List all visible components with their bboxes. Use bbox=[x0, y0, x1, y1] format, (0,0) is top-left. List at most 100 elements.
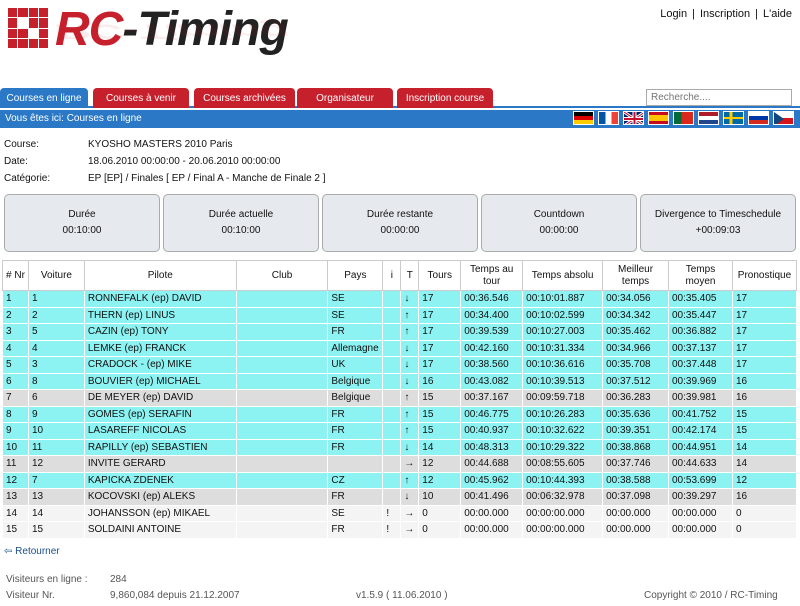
sweden-flag[interactable] bbox=[723, 111, 744, 125]
table-cell: 00:00.000 bbox=[668, 504, 733, 522]
search-input[interactable] bbox=[646, 89, 792, 106]
table-cell: 17 bbox=[418, 290, 462, 308]
table-cell: 6 bbox=[2, 372, 29, 390]
table-cell: 17 bbox=[418, 323, 462, 341]
table-cell bbox=[382, 306, 402, 324]
table-cell: 00:35.462 bbox=[602, 323, 669, 341]
table-row[interactable]: 2 2 THERN (ep) LINUS SE ↑ 17 00:34.400 00:10:02… bbox=[2, 306, 798, 324]
race-date: 18.06.2010 00:00:00 - 20.06.2010 00:00:0… bbox=[88, 156, 281, 167]
czech-flag[interactable] bbox=[773, 111, 794, 125]
table-row[interactable]: 7 6 DE MEYER (ep) DAVID Belgique ↑ 15 00:37.16… bbox=[2, 389, 798, 407]
visitor-label: Visiteur Nr. bbox=[6, 590, 55, 601]
table-cell: 00:37.098 bbox=[602, 488, 669, 506]
logo-mark[interactable] bbox=[8, 8, 48, 48]
table-cell: Allemagne bbox=[327, 339, 384, 357]
spain-flag[interactable] bbox=[648, 111, 669, 125]
table-cell: 00:44.688 bbox=[460, 455, 524, 473]
table-cell: 00:37.448 bbox=[668, 356, 733, 374]
language-flags bbox=[573, 111, 794, 125]
table-row[interactable]: 10 11 RAPILLY (ep) SEBASTIEN FR ↓ 14 00:48.313… bbox=[2, 438, 798, 456]
course-name: KYOSHO MASTERS 2010 Paris bbox=[88, 139, 233, 150]
table-cell: 7 bbox=[27, 471, 85, 489]
table-cell: GOMES (ep) SERAFIN bbox=[83, 405, 237, 423]
column-header: Club bbox=[235, 260, 329, 291]
table-cell bbox=[235, 422, 329, 440]
table-row[interactable]: 8 9 GOMES (ep) SERAFIN FR ↑ 15 00:46.775 00:10:… bbox=[2, 405, 798, 423]
table-cell: DE MEYER (ep) DAVID bbox=[83, 389, 237, 407]
table-cell: FR bbox=[327, 323, 384, 341]
table-row[interactable]: 15 15 SOLDAINI ANTOINE FR! → 0 00:00.000 00:00:… bbox=[2, 521, 798, 539]
table-row[interactable]: 14 14 JOHANSSON (ep) MIKAEL SE! → 0 00:00.000 0… bbox=[2, 504, 798, 522]
table-row[interactable]: 11 12 INVITE GERARD → 12 00:44.688 00:08:55.60… bbox=[2, 455, 798, 473]
table-cell bbox=[235, 339, 329, 357]
table-cell: 00:34.966 bbox=[602, 339, 669, 357]
table-cell bbox=[235, 356, 329, 374]
tab-courses-archivees[interactable]: Courses archivées bbox=[194, 88, 295, 108]
portugal-flag[interactable] bbox=[673, 111, 694, 125]
table-cell: 00:45.962 bbox=[460, 471, 524, 489]
table-row[interactable]: 4 4 LEMKE (ep) FRANCK Allemagne ↓ 17 00:42.160… bbox=[2, 339, 798, 357]
netherlands-flag[interactable] bbox=[698, 111, 719, 125]
table-row[interactable]: 6 8 BOUVIER (ep) MICHAEL Belgique ↓ 16 00:43.0… bbox=[2, 372, 798, 390]
header: RC-Timing RC-Timing Login | Inscription | L'… bbox=[0, 0, 800, 88]
table-cell: 7 bbox=[2, 389, 29, 407]
table-cell: 0 bbox=[418, 504, 462, 522]
table-cell: 00:44.951 bbox=[668, 438, 733, 456]
russia-flag[interactable] bbox=[748, 111, 769, 125]
table-cell: 0 bbox=[731, 521, 798, 539]
version: v1.5.9 ( 11.06.2010 ) bbox=[356, 590, 448, 601]
tab-courses-a-venir[interactable]: Courses à venir bbox=[93, 88, 189, 108]
login-link[interactable]: Login bbox=[660, 8, 687, 20]
table-cell bbox=[382, 290, 402, 308]
category-label: Catégorie: bbox=[4, 173, 51, 184]
table-cell: 00:10:31.334 bbox=[522, 339, 604, 357]
table-cell: 00:00.000 bbox=[460, 504, 524, 522]
table-cell: FR bbox=[327, 521, 384, 539]
table-cell: 14 bbox=[27, 504, 85, 522]
table-cell bbox=[235, 372, 329, 390]
back-arrow-icon: ⇦ bbox=[4, 546, 16, 557]
table-cell: 17 bbox=[731, 339, 798, 357]
trend-arrow-icon: ↑ bbox=[400, 389, 420, 407]
table-cell: 12 bbox=[418, 455, 462, 473]
table-cell: 10 bbox=[27, 422, 85, 440]
uk-flag[interactable] bbox=[623, 111, 644, 125]
tab-organisateur[interactable]: Organisateur bbox=[297, 88, 393, 108]
timer-panel: Durée 00:10:00 Durée actuelle 00:10:00 Dur… bbox=[4, 194, 796, 252]
table-cell: 00:43.082 bbox=[460, 372, 524, 390]
table-cell bbox=[382, 488, 402, 506]
logo-reflection: RC-Timing bbox=[55, 19, 288, 44]
table-cell: 00:00.000 bbox=[602, 521, 669, 539]
table-row[interactable]: 3 5 CAZIN (ep) TONY FR ↑ 17 00:39.539 00:10:27.… bbox=[2, 323, 798, 341]
table-cell: 15 bbox=[731, 405, 798, 423]
table-cell: 17 bbox=[731, 306, 798, 324]
help-link[interactable]: L'aide bbox=[763, 8, 792, 20]
table-cell: 00:46.775 bbox=[460, 405, 524, 423]
trend-arrow-icon: ↓ bbox=[400, 356, 420, 374]
table-cell: 00:34.342 bbox=[602, 306, 669, 324]
germany-flag[interactable] bbox=[573, 111, 594, 125]
table-cell: 0 bbox=[731, 504, 798, 522]
table-cell bbox=[382, 339, 402, 357]
france-flag[interactable] bbox=[598, 111, 619, 125]
tab-courses-en-ligne[interactable]: Courses en ligne bbox=[0, 88, 88, 108]
tab-inscription-course[interactable]: Inscription course bbox=[397, 88, 493, 108]
table-cell: 00:10:27.003 bbox=[522, 323, 604, 341]
trend-arrow-icon: ↑ bbox=[400, 306, 420, 324]
table-cell: 00:00.000 bbox=[602, 504, 669, 522]
table-cell: 17 bbox=[418, 339, 462, 357]
race-category: EP [EP] / Finales [ EP / Final A - Manch… bbox=[88, 173, 326, 184]
back-link[interactable]: ⇦ Retourner bbox=[4, 546, 60, 557]
table-cell: INVITE GERARD bbox=[83, 455, 237, 473]
table-row[interactable]: 1 1 RONNEFALK (ep) DAVID SE ↓ 17 00:36.546 00:1… bbox=[2, 290, 798, 308]
table-row[interactable]: 5 3 CRADOCK - (ep) MIKE UK ↓ 17 00:38.560 00:10… bbox=[2, 356, 798, 374]
table-cell: 16 bbox=[731, 372, 798, 390]
table-cell: 00:35.447 bbox=[668, 306, 733, 324]
inscription-link[interactable]: Inscription bbox=[700, 8, 750, 20]
table-row[interactable]: 13 13 KOCOVSKI (ep) ALEKS FR ↓ 10 00:41.496 00:… bbox=[2, 488, 798, 506]
table-row[interactable]: 12 7 KAPICKA ZDENEK CZ ↑ 12 00:45.962 00:10:44.… bbox=[2, 471, 798, 489]
table-cell: 17 bbox=[731, 356, 798, 374]
trend-arrow-icon: ↓ bbox=[400, 488, 420, 506]
table-row[interactable]: 9 10 LASAREFF NICOLAS FR ↑ 15 00:40.937 00:10:3… bbox=[2, 422, 798, 440]
table-cell: 00:10:39.513 bbox=[522, 372, 604, 390]
